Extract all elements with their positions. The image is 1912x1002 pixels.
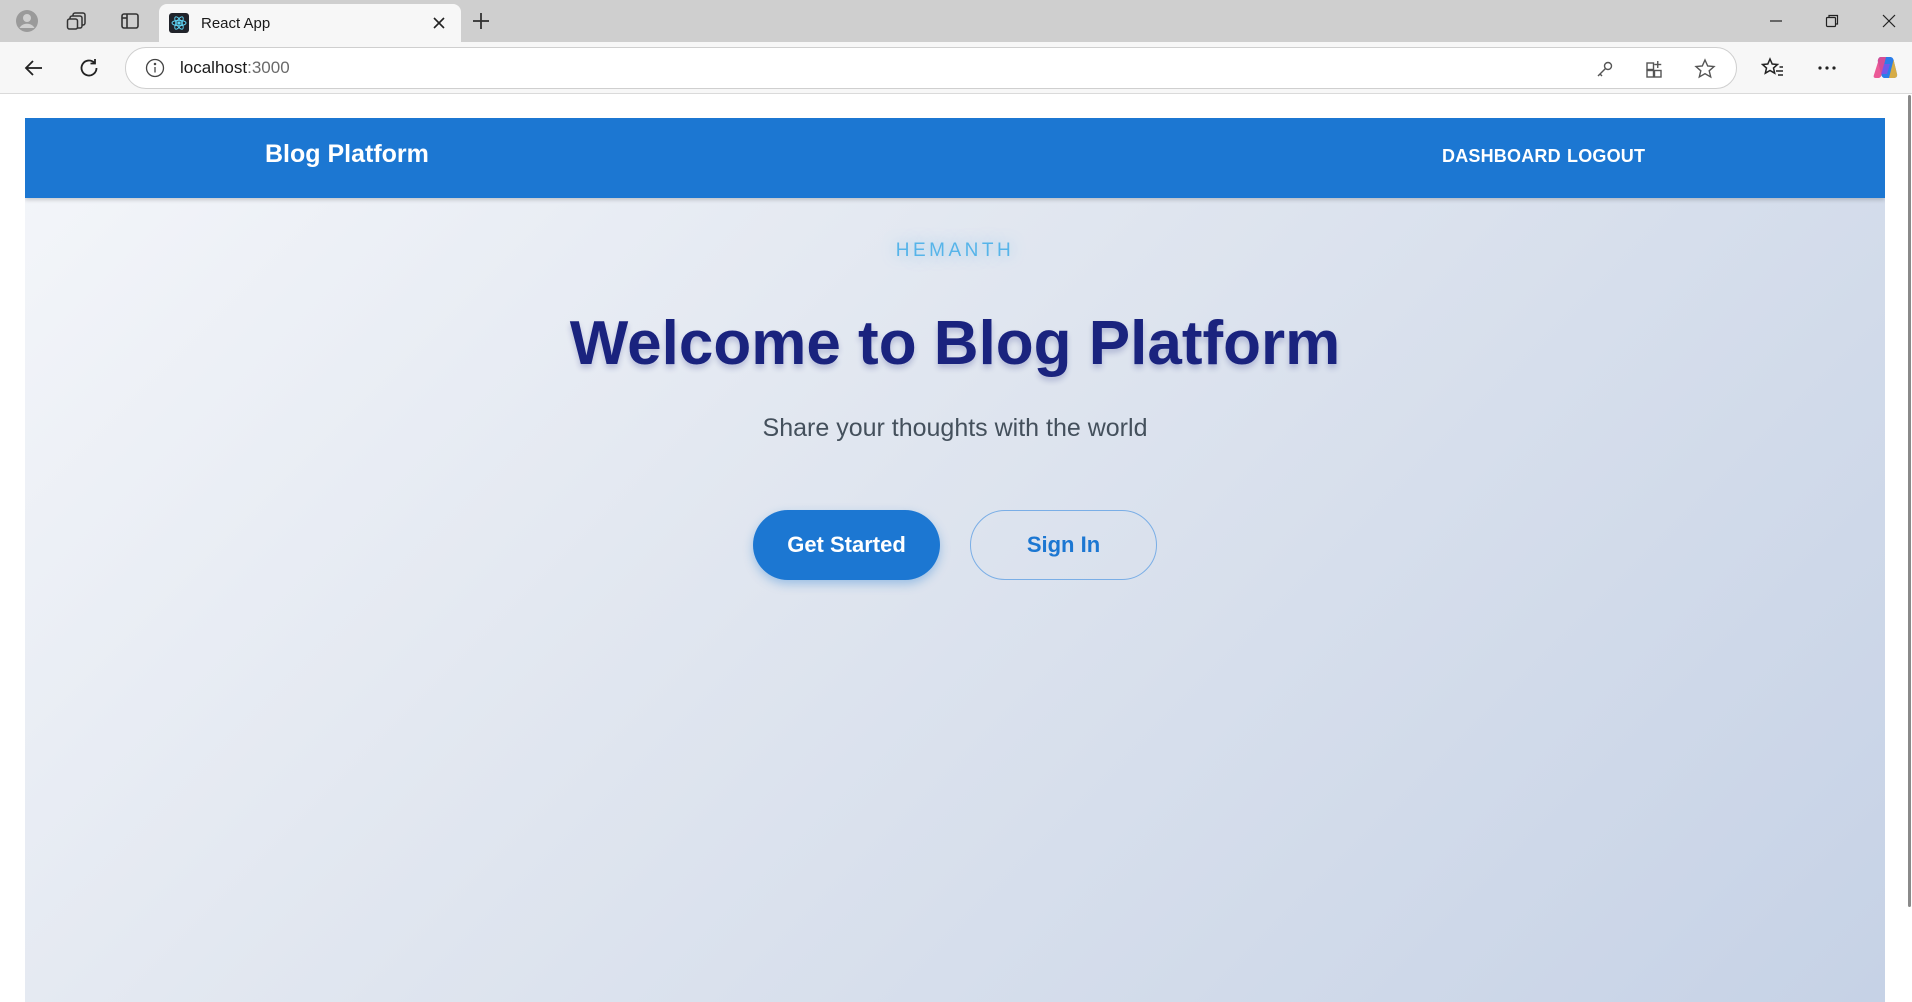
- app-root: Blog Platform DASHBOARD LOGOUT HEMANTH W…: [25, 118, 1885, 1002]
- browser-tab-strip: React App: [0, 0, 1912, 42]
- site-info-icon[interactable]: [144, 57, 166, 79]
- favorites-list-icon[interactable]: [1757, 52, 1789, 84]
- scrollbar-thumb[interactable]: [1908, 95, 1911, 907]
- sign-in-button[interactable]: Sign In: [970, 510, 1157, 580]
- favorite-star-icon[interactable]: [1692, 56, 1718, 82]
- username-label: HEMANTH: [895, 240, 1015, 261]
- close-tab-icon[interactable]: [427, 11, 451, 35]
- profile-icon[interactable]: [12, 6, 42, 36]
- app-header: Blog Platform DASHBOARD LOGOUT: [25, 118, 1885, 198]
- copilot-icon[interactable]: [1870, 52, 1902, 84]
- vertical-tabs-icon[interactable]: [115, 6, 145, 36]
- tab-title: React App: [201, 14, 271, 32]
- brand-title[interactable]: Blog Platform: [265, 140, 429, 169]
- page-title: Welcome to Blog Platform: [569, 309, 1341, 378]
- browser-tab[interactable]: React App: [159, 4, 461, 42]
- page-scrollbar[interactable]: [1906, 95, 1912, 907]
- new-tab-icon[interactable]: [466, 6, 496, 36]
- page-subtitle: Share your thoughts with the world: [762, 414, 1148, 442]
- nav-logout-link[interactable]: LOGOUT: [1567, 146, 1645, 167]
- back-icon[interactable]: [18, 52, 50, 84]
- password-key-icon[interactable]: [1592, 56, 1618, 82]
- nav-dashboard-link[interactable]: DASHBOARD: [1442, 146, 1561, 167]
- restore-icon[interactable]: [1809, 6, 1855, 36]
- reload-icon[interactable]: [73, 52, 105, 84]
- close-window-icon[interactable]: [1866, 6, 1912, 36]
- browser-toolbar: localhost:3000: [0, 42, 1912, 94]
- minimize-icon[interactable]: [1753, 6, 1799, 36]
- workspaces-icon[interactable]: [62, 6, 92, 36]
- url-text[interactable]: localhost:3000: [180, 58, 290, 78]
- react-logo-icon: [169, 13, 189, 33]
- get-started-button[interactable]: Get Started: [753, 510, 940, 580]
- more-menu-icon[interactable]: [1811, 52, 1843, 84]
- page-viewport: Blog Platform DASHBOARD LOGOUT HEMANTH W…: [0, 95, 1912, 1002]
- apps-icon[interactable]: [1642, 56, 1668, 82]
- address-bar[interactable]: localhost:3000: [125, 47, 1737, 89]
